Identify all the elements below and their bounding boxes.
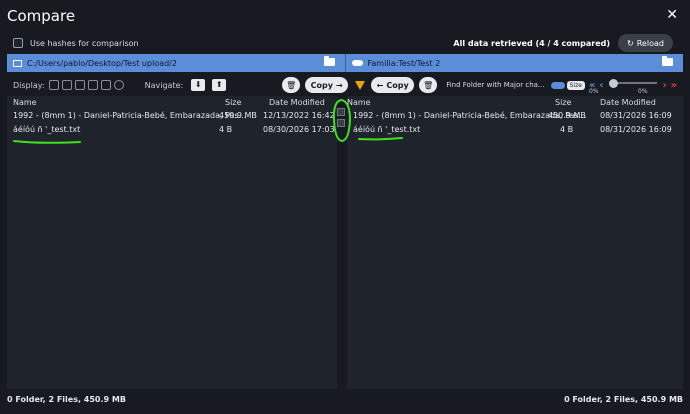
left-status: 0 Folder, 2 Files, 450.9 MB [7, 395, 126, 404]
compare-summary: All data retrieved (4 / 4 compared) [453, 39, 610, 48]
file-modified: 08/30/2026 17:03 [263, 125, 335, 134]
right-path[interactable]: Familia:Test/Test 2 [346, 54, 684, 72]
right-folder-icon[interactable] [662, 56, 673, 66]
left-path-text: C:/Users/pablo/Desktop/Test upload/2 [27, 58, 177, 68]
compare-status-icon [337, 108, 345, 116]
left-modified-header[interactable]: Date Modified [269, 98, 325, 107]
left-size-header[interactable]: Size [225, 98, 241, 107]
slider-knob[interactable] [608, 79, 618, 88]
display-option-icon[interactable] [74, 80, 85, 90]
trash-icon: 🗑 [423, 80, 434, 90]
right-status: 0 Folder, 2 Files, 450.9 MB [564, 395, 683, 404]
right-size-header[interactable]: Size [555, 98, 571, 107]
close-icon[interactable]: ✕ [666, 8, 678, 22]
slider-min-label: 0% [589, 88, 599, 95]
file-size: 450.9 MB [219, 111, 257, 120]
arrow-right-icon: → [335, 80, 343, 90]
find-major-changes-label: Find Folder with Major cha... [446, 81, 545, 89]
computer-icon [13, 59, 22, 67]
compare-status-icon [337, 119, 345, 127]
navigate-up-icon[interactable]: ⬆ [212, 79, 227, 91]
display-option-icon[interactable] [113, 80, 124, 90]
copy-left-label: Copy [386, 80, 409, 90]
left-file-panel: Name Size Date Modified 1992 - (8mm 1) -… [7, 96, 337, 389]
path-bar: C:/Users/pablo/Desktop/Test upload/2 Fam… [7, 54, 683, 72]
file-modified: 08/31/2026 16:09 [600, 125, 672, 134]
right-name-header[interactable]: Name [347, 98, 371, 107]
left-folder-icon[interactable] [323, 56, 335, 66]
file-modified: 08/31/2026 16:09 [600, 111, 672, 120]
file-size: 4 B [219, 125, 233, 134]
display-option-icon[interactable] [100, 80, 111, 90]
window-title: Compare [7, 7, 76, 25]
left-path[interactable]: C:/Users/pablo/Desktop/Test upload/2 [7, 54, 345, 72]
threshold-slider[interactable] [608, 78, 657, 92]
double-chevron-right-icon[interactable]: » [671, 80, 677, 91]
size-toggle[interactable] [550, 81, 565, 89]
file-size: 4 B [560, 125, 574, 134]
chevron-left-icon[interactable]: ‹ [599, 80, 603, 91]
arrow-left-icon: ← [376, 80, 384, 90]
reload-button[interactable]: ↻ Reload [618, 34, 673, 52]
navigate-down-icon[interactable]: ⬇ [191, 79, 206, 91]
toolbar: Display: Navigate: ⬇ ⬆ 🗑 Copy → ← Copy 🗑… [7, 76, 683, 94]
compare-status-column [337, 108, 347, 142]
use-hashes-label: Use hashes for comparison [30, 38, 139, 48]
right-modified-header[interactable]: Date Modified [600, 98, 656, 107]
refresh-icon: ↻ [627, 38, 634, 48]
use-hashes-option[interactable]: Use hashes for comparison [13, 38, 139, 48]
filter-icon[interactable] [355, 80, 366, 90]
file-name: áéíóú ñ '_test.txt [13, 125, 81, 134]
use-hashes-checkbox[interactable] [13, 38, 23, 48]
slider-max-label: 0% [638, 88, 648, 95]
cloud-icon [351, 60, 363, 66]
right-file-panel: Name Size Date Modified 1992 - (8mm 1) -… [347, 96, 683, 389]
display-label: Display: [13, 80, 45, 90]
file-name: áéíóú ñ '_test.txt [353, 125, 421, 134]
delete-right-button[interactable]: 🗑 [419, 77, 438, 93]
display-option-icon[interactable] [48, 80, 59, 90]
reload-label: Reload [636, 38, 664, 48]
left-name-header[interactable]: Name [13, 98, 37, 107]
chevron-right-icon[interactable]: › [663, 80, 667, 91]
trash-icon: 🗑 [286, 80, 297, 90]
display-option-icon[interactable] [61, 80, 72, 90]
delete-left-button[interactable]: 🗑 [282, 77, 301, 93]
navigate-label: Navigate: [144, 80, 184, 90]
right-path-text: Familia:Test/Test 2 [367, 58, 441, 68]
display-option-icon[interactable] [87, 80, 98, 90]
size-badge: Size [566, 80, 585, 90]
file-size: 450.9 MB [548, 111, 586, 120]
file-modified: 12/13/2022 16:42 [263, 111, 335, 120]
file-name: 1992 - (8mm 1) - Daniel-Patricia-Bebé, E… [13, 111, 247, 120]
copy-right-button[interactable]: Copy → [305, 77, 349, 93]
copy-left-button[interactable]: ← Copy [371, 77, 415, 93]
copy-right-label: Copy [310, 80, 333, 90]
